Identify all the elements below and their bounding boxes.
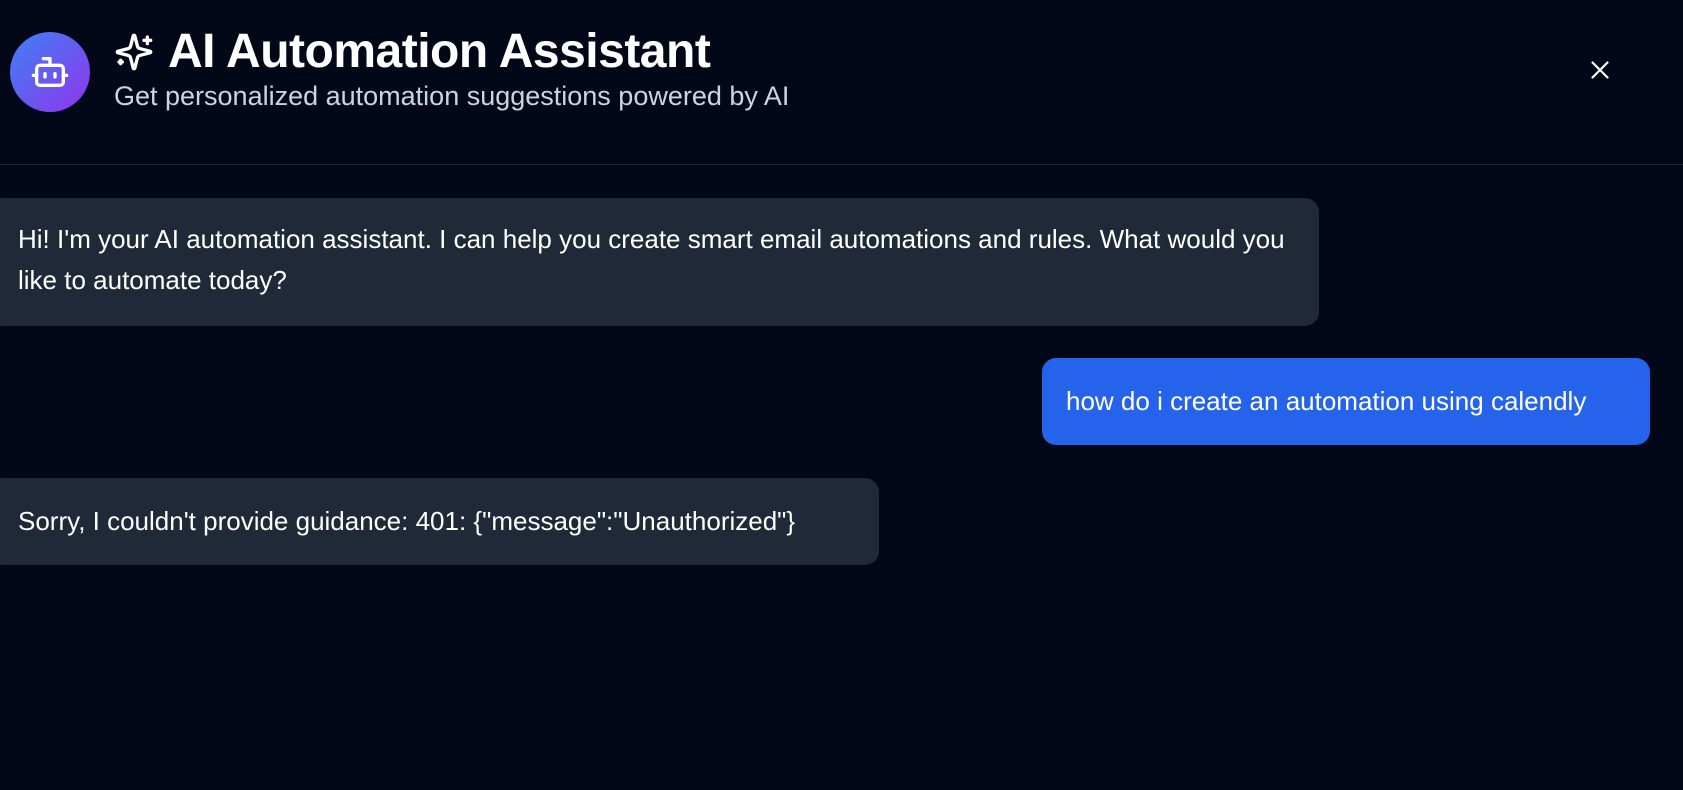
title-row: AI Automation Assistant [114, 24, 711, 80]
close-icon [1591, 61, 1609, 79]
user-message: how do i create an automation using cale… [1042, 358, 1650, 445]
page-title: AI Automation Assistant [168, 25, 711, 78]
assistant-avatar [10, 32, 90, 112]
assistant-message: Hi! I'm your AI automation assistant. I … [0, 198, 1319, 326]
close-button[interactable] [1580, 50, 1620, 90]
sparkles-icon [115, 33, 153, 71]
robot-icon [31, 57, 69, 88]
assistant-header: AI Automation Assistant Get personalized… [0, 0, 1683, 165]
page-subtitle: Get personalized automation suggestions … [114, 81, 790, 111]
assistant-message: Sorry, I couldn't provide guidance: 401:… [0, 478, 879, 565]
